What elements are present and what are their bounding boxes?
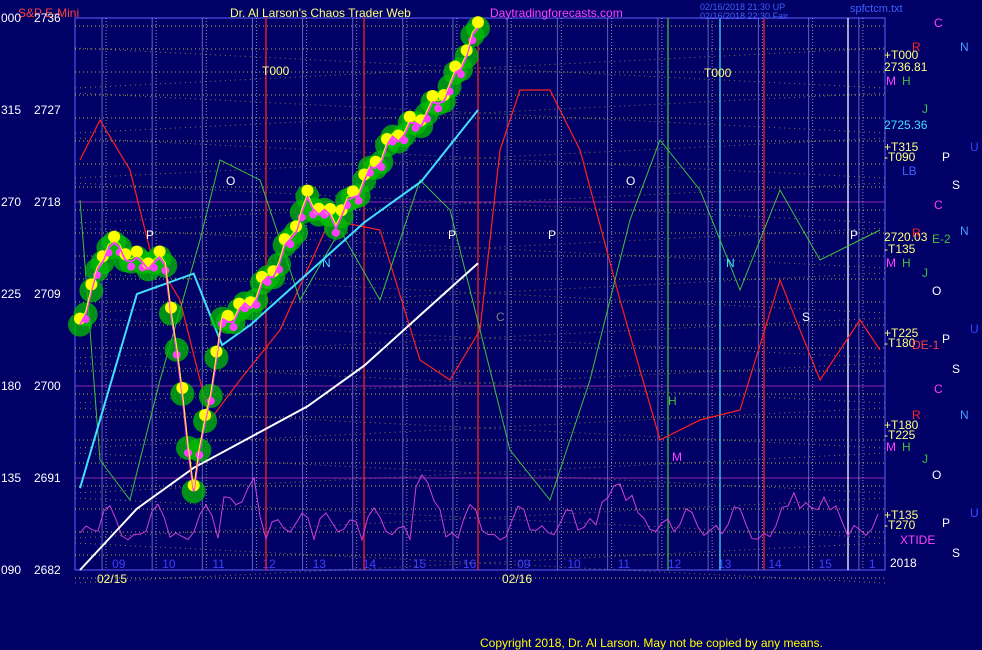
hour-tick-label: 1 [869, 557, 876, 571]
letter-m: M [886, 256, 896, 270]
hour-tick-label: 10 [567, 557, 581, 571]
letter-o: O [932, 468, 942, 482]
y-tick-angle: 090 [1, 563, 22, 577]
e2-label: E-2 [932, 232, 951, 246]
letter-n: N [960, 408, 969, 422]
c-mark: C [496, 310, 505, 324]
level-t090: -T090 [884, 150, 916, 164]
y-tick-price: 2691 [34, 471, 61, 485]
y-tick-angle: 000 [1, 11, 22, 25]
m-mark: M [672, 450, 682, 464]
o-mark-2: O [626, 174, 636, 188]
letter-p: P [942, 150, 951, 164]
letter-c: C [934, 382, 943, 396]
y-tick-price: 2736 [34, 11, 61, 25]
level-t270: -T270 [884, 518, 916, 532]
letter-r: R [912, 226, 921, 240]
de1-label: DE-1 [912, 338, 940, 352]
y-tick-angle: 270 [1, 195, 22, 209]
p-mark-3: P [548, 228, 557, 242]
p-mark-2: P [448, 228, 457, 242]
letter-p: P [942, 516, 951, 530]
level-t180: -T180 [884, 336, 916, 350]
letter-s: S [952, 178, 961, 192]
hour-tick-label: 11 [618, 557, 631, 571]
xtide-label: XTIDE [900, 533, 936, 547]
t000-label-right: T000 [704, 66, 732, 80]
website-link[interactable]: Daytradingforecasts.com [490, 6, 623, 20]
y-tick-price: 2700 [34, 379, 61, 393]
y-tick-price: 2727 [34, 103, 61, 117]
y-tick-angle: 135 [1, 471, 22, 485]
letter-r: R [912, 40, 921, 54]
letter-n: N [960, 40, 969, 54]
s-mark: S [802, 310, 811, 324]
price-dot [108, 230, 121, 243]
hour-tick-label: 10 [162, 557, 176, 571]
letter-j: J [922, 266, 928, 280]
letter-r: R [912, 408, 921, 422]
letter-c: C [934, 16, 943, 30]
p-mark-4: P [850, 228, 859, 242]
hour-tick-label: 15 [819, 557, 833, 571]
copyright: Copyright 2018, Dr. Al Larson. May not b… [480, 636, 823, 650]
y-tick-angle: 180 [1, 379, 22, 393]
y-tick-price: 2682 [34, 563, 61, 577]
letter-c: C [934, 198, 943, 212]
date-label-2: 02/16 [502, 572, 533, 586]
price-low-dot [434, 104, 443, 113]
file-name: spfctcm.txt [850, 3, 903, 15]
hour-tick-label: 11 [212, 557, 225, 571]
letter-j: J [922, 452, 928, 466]
hour-tick-label: 15 [413, 557, 427, 571]
hour-tick-label: 13 [313, 557, 327, 571]
price-mark-1: 2736.81 [884, 60, 928, 74]
hour-tick-label: 09 [517, 557, 531, 571]
level-t135: -T135 [884, 242, 916, 256]
letter-h: H [902, 74, 911, 88]
y-tick-angle: 315 [1, 103, 22, 117]
lb-label: LB [902, 164, 917, 178]
letter-s: S [952, 546, 961, 560]
y-tick-price: 2718 [34, 195, 61, 209]
price-dot [324, 202, 337, 215]
letter-m: M [886, 440, 896, 454]
date-label-1: 02/15 [97, 572, 128, 586]
n-mark-2: N [726, 256, 735, 270]
hour-tick-label: 12 [262, 557, 276, 571]
year-label: 2018 [890, 556, 917, 570]
price-dot [472, 16, 484, 29]
letter-h: H [902, 440, 911, 454]
hour-tick-label: 16 [463, 557, 477, 571]
price-dot [130, 245, 143, 258]
y-tick-price: 2709 [34, 287, 61, 301]
hour-tick-label: 14 [768, 557, 782, 571]
price-low-dot [229, 323, 238, 332]
hour-tick-label: 09 [112, 557, 126, 571]
letter-h: H [902, 256, 911, 270]
price-low-dot [354, 196, 363, 205]
letter-u: U [970, 322, 979, 336]
letter-n: N [960, 224, 969, 238]
chart-title: Dr. Al Larson's Chaos Trader Web [230, 6, 411, 20]
p-mark-1: P [146, 228, 155, 242]
letter-s: S [952, 362, 961, 376]
letter-u: U [970, 140, 979, 154]
letter-p: P [942, 332, 951, 346]
y-tick-angle: 225 [1, 287, 22, 301]
n-mark-1: N [322, 256, 331, 270]
letter-m: M [886, 74, 896, 88]
timestamp-2: 02/16/2018 22:30 Fair [700, 11, 789, 21]
hour-tick-label: 12 [668, 557, 682, 571]
price-readout: 2725.36 [884, 118, 928, 132]
h-mark: H [668, 394, 677, 408]
price-dot [153, 245, 166, 258]
chart-canvas: 09 10 11 12 13 14 15 16 09 10 11 12 13 14 15 1 [68, 16, 886, 584]
letter-u: U [970, 506, 979, 520]
o-mark-1: O [226, 174, 236, 188]
price-low-dot [127, 262, 136, 271]
letter-j: J [922, 102, 928, 116]
letter-o: O [932, 284, 942, 298]
t000-label-left: T000 [262, 64, 290, 78]
